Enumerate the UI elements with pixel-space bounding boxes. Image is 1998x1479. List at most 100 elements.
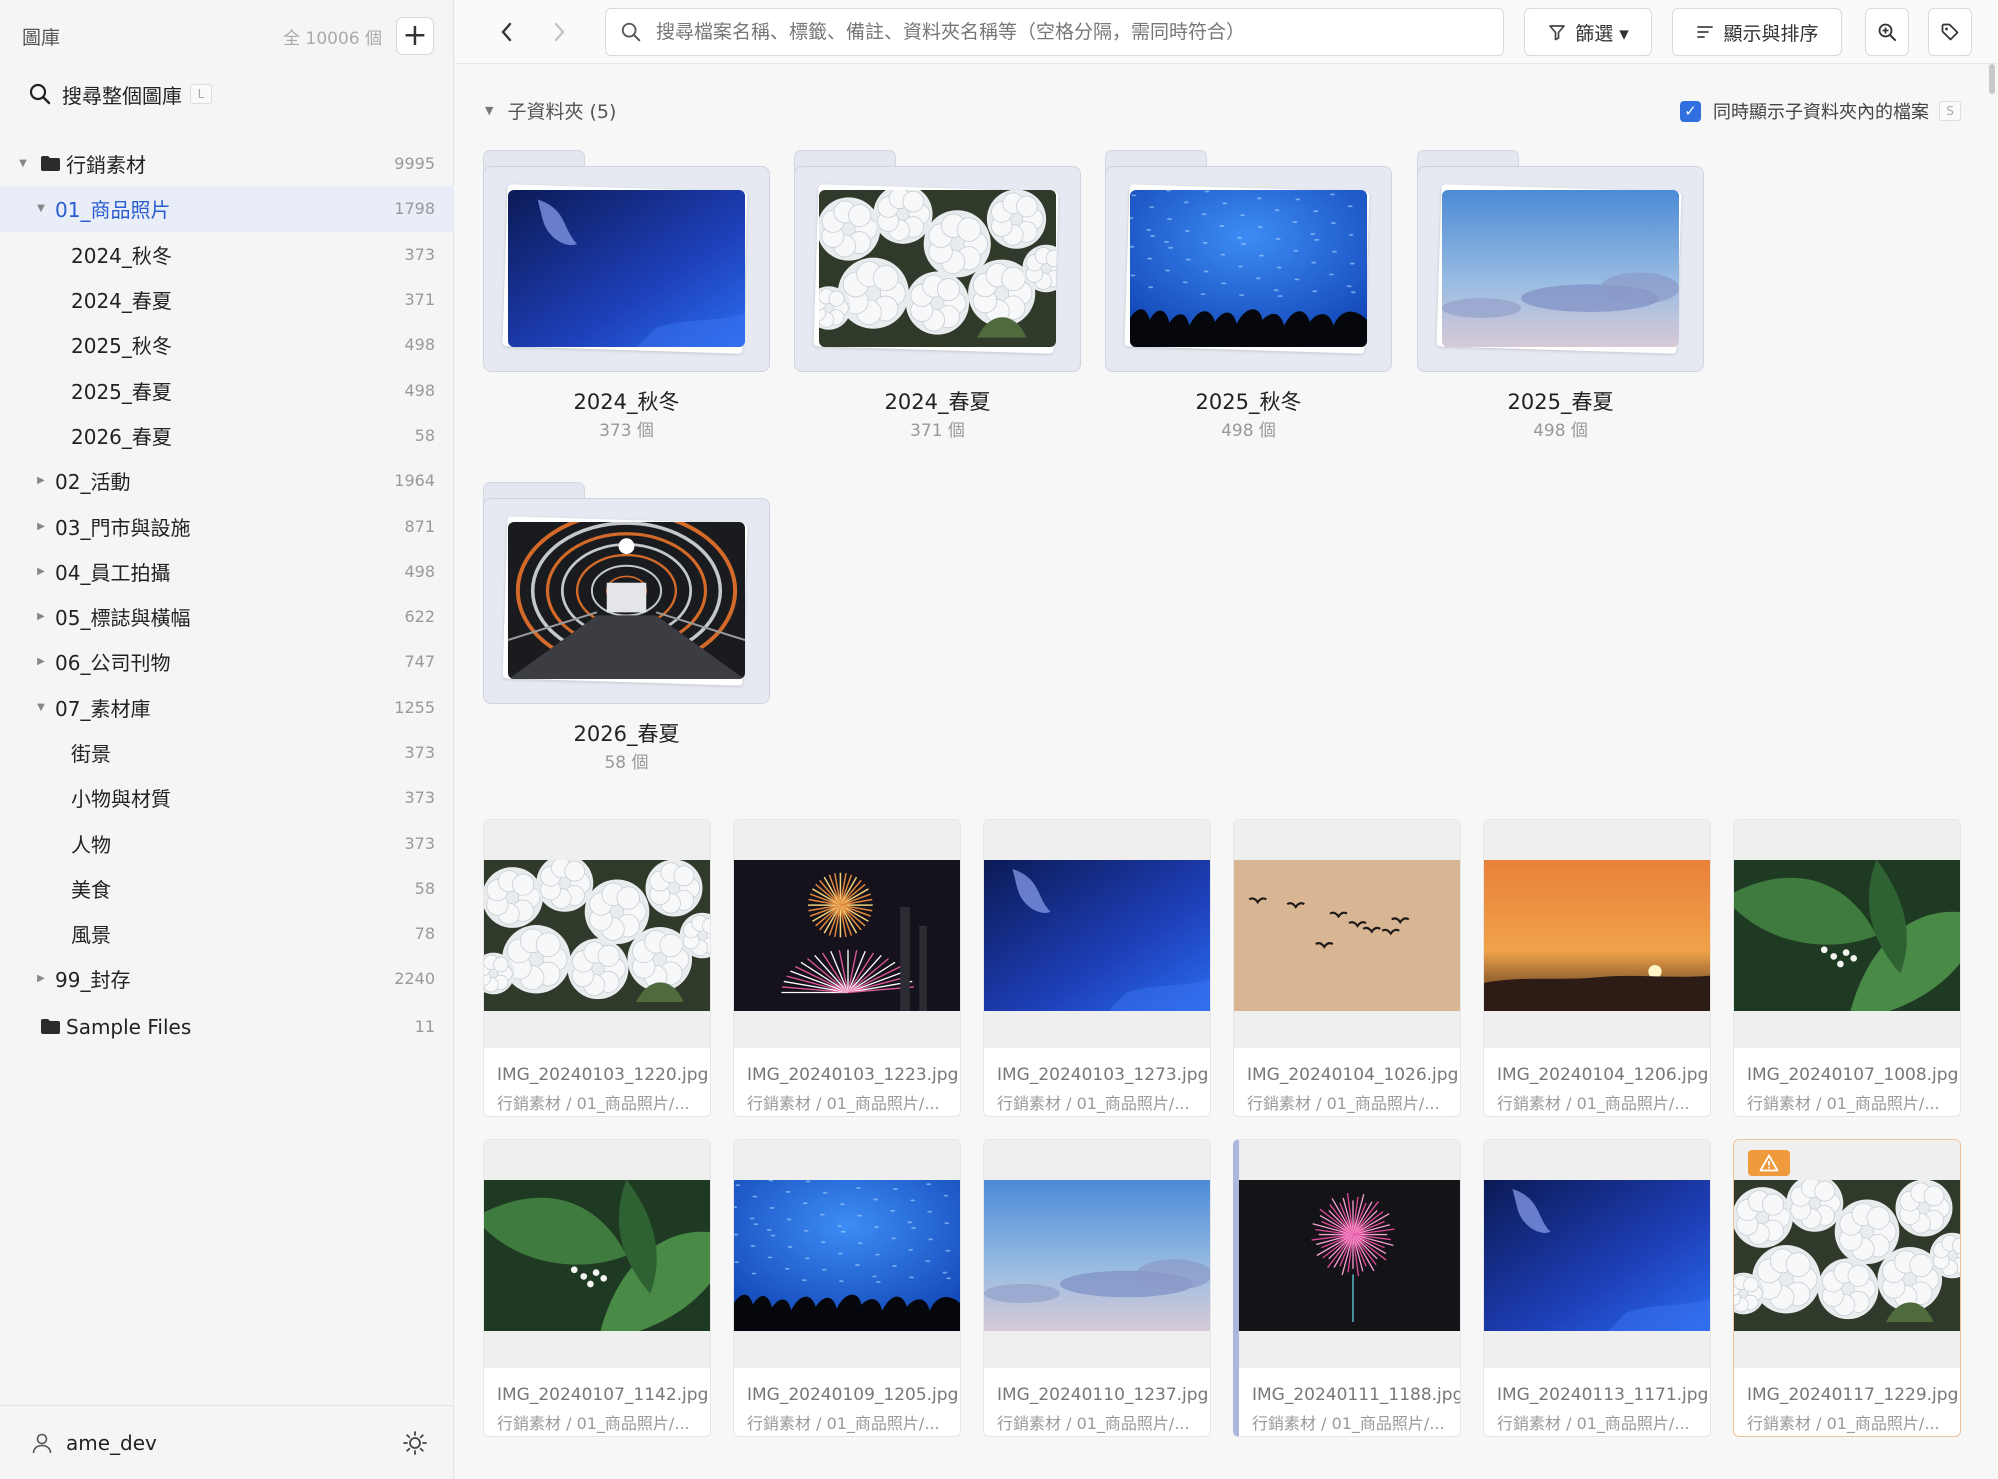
file-thumbnail — [734, 1180, 960, 1331]
thumbnail-area — [1484, 1140, 1710, 1368]
photo-thumbnail — [1442, 190, 1679, 347]
tree-item[interactable]: ▶ 02_活動 1964 — [0, 458, 454, 503]
photo-thumbnail — [1484, 1180, 1710, 1331]
collapse-caret-icon: ▼ — [485, 104, 494, 117]
display-sort-button[interactable]: 顯示與排序 — [1672, 8, 1842, 56]
checkbox-checked[interactable]: ✓ — [1680, 100, 1701, 122]
file-card[interactable]: IMG_20240107_1142.jpg 行銷素材 / 01_商品照片/... — [483, 1139, 711, 1437]
tree-item-count: 9995 — [394, 154, 435, 174]
tree-item-count: 373 — [404, 244, 435, 264]
tree-item-count: 373 — [404, 743, 435, 762]
file-card[interactable]: IMG_20240110_1237.jpg 行銷素材 / 01_商品照片/... — [983, 1139, 1211, 1437]
forward-button[interactable] — [545, 18, 573, 46]
file-card[interactable]: IMG_20240113_1171.jpg 行銷素材 / 01_商品照片/... — [1483, 1139, 1711, 1437]
caret-down-icon[interactable]: ▼ — [35, 702, 47, 713]
search-library-button[interactable]: 搜尋整個圖庫 L — [28, 78, 212, 110]
file-card[interactable]: IMG_20240103_1273.jpg 行銷素材 / 01_商品照片/... — [983, 819, 1211, 1117]
subfolder-header[interactable]: ▼ 子資料夾 (5) — [485, 97, 616, 124]
file-path: 行銷素材 / 01_商品照片/... — [1247, 1094, 1440, 1113]
back-button[interactable] — [493, 18, 521, 46]
username[interactable]: ame_dev — [66, 1431, 157, 1455]
tree-item[interactable]: Sample Files 11 — [0, 1002, 454, 1052]
tree-item[interactable]: ▶ 04_員工拍攝 498 — [0, 549, 454, 594]
photo-thumbnail — [484, 860, 710, 1011]
tree-item-label: 03_門市與設施 — [55, 515, 191, 540]
tree-item[interactable]: ▼ 01_商品照片 1798 — [0, 186, 454, 232]
folder-thumbnail — [819, 190, 1056, 347]
thumbnail-area — [734, 820, 960, 1048]
file-thumbnail — [484, 860, 710, 1011]
show-subfolder-files-toggle[interactable]: ✓ 同時顯示子資料夾內的檔案 S — [1680, 98, 1961, 124]
filter-button[interactable]: 篩選 ▾ — [1524, 8, 1652, 56]
tree-item-label: 05_標誌與橫幅 — [55, 606, 191, 631]
tree-item[interactable]: ▶ 99_封存 2240 — [0, 956, 454, 1001]
photo-thumbnail — [1130, 190, 1367, 347]
tree-item[interactable]: 2024_秋冬 373 — [0, 232, 454, 277]
scroll-thumb[interactable] — [1989, 64, 1995, 94]
file-card[interactable]: IMG_20240104_1026.jpg 行銷素材 / 01_商品照片/... — [1233, 819, 1461, 1117]
caret-right-icon[interactable]: ▶ — [35, 475, 47, 486]
file-card[interactable]: IMG_20240107_1008.jpg 行銷素材 / 01_商品照片/... — [1733, 819, 1961, 1117]
zoom-button[interactable] — [1865, 8, 1909, 56]
tree-item[interactable]: 人物 373 — [0, 820, 454, 865]
warning-icon — [1759, 1154, 1779, 1172]
tree-item[interactable]: 風景 78 — [0, 911, 454, 956]
tree-item[interactable]: ▶ 03_門市與設施 871 — [0, 503, 454, 548]
search-bar[interactable] — [605, 8, 1504, 56]
tree-item[interactable]: ▼ 07_素材庫 1255 — [0, 685, 454, 730]
file-card[interactable]: IMG_20240109_1205.jpg 行銷素材 / 01_商品照片/... — [733, 1139, 961, 1437]
file-card[interactable]: IMG_20240111_1188.jpg 行銷素材 / 01_商品照片/... — [1233, 1139, 1461, 1437]
tree-item[interactable]: 2025_秋冬 498 — [0, 322, 454, 367]
tree-item[interactable]: ▼ 行銷素材 9995 — [0, 141, 454, 186]
tree-item-label: 小物與材質 — [71, 787, 171, 812]
file-path: 行銷素材 / 01_商品照片/... — [1747, 1094, 1940, 1113]
theme-toggle-icon[interactable] — [402, 1430, 428, 1456]
file-name: IMG_20240104_1026.jpg — [1247, 1065, 1459, 1085]
zoom-in-icon — [1878, 23, 1896, 41]
file-card[interactable]: IMG_20240117_1229.jpg 行銷素材 / 01_商品照片/... — [1733, 1139, 1961, 1437]
photo-thumbnail — [984, 1180, 1210, 1331]
tree-item-count: 78 — [414, 924, 435, 944]
file-card[interactable]: IMG_20240103_1223.jpg 行銷素材 / 01_商品照片/... — [733, 819, 961, 1117]
sidebar: 圖庫 全 10006 個 + 搜尋整個圖庫 L ▼ 行銷素材 9995 ▼ 01_商品照… — [0, 0, 454, 1479]
caret-down-icon[interactable]: ▼ — [35, 203, 47, 214]
search-input[interactable] — [656, 21, 1503, 43]
folder-graphic — [483, 482, 770, 704]
tree-item[interactable]: 2026_春夏 58 — [0, 413, 454, 458]
caret-right-icon[interactable]: ▶ — [35, 656, 47, 667]
thumbnail-area — [484, 1140, 710, 1368]
caret-right-icon[interactable]: ▶ — [35, 566, 47, 577]
tree-item-count: 871 — [404, 516, 435, 536]
subfolder-name: 2025_春夏 — [1507, 390, 1614, 414]
tree-item[interactable]: ▶ 06_公司刊物 747 — [0, 639, 454, 684]
file-path: 行銷素材 / 01_商品照片/... — [1497, 1094, 1690, 1113]
warning-badge — [1748, 1150, 1790, 1176]
caret-right-icon[interactable]: ▶ — [35, 611, 47, 622]
caret-right-icon[interactable]: ▶ — [35, 973, 47, 984]
tree-item-count: 58 — [414, 425, 435, 445]
subfolder-count: 498 個 — [1221, 421, 1276, 441]
subfolder-name: 2024_秋冬 — [573, 390, 680, 414]
tree-item[interactable]: ▶ 05_標誌與橫幅 622 — [0, 594, 454, 639]
thumbnail-area — [1234, 820, 1460, 1048]
caret-down-icon[interactable]: ▼ — [17, 158, 29, 169]
tree-item[interactable]: 小物與材質 373 — [0, 775, 454, 820]
photo-thumbnail — [1734, 860, 1960, 1011]
folder-graphic — [1417, 150, 1704, 372]
tree-item[interactable]: 2024_春夏 371 — [0, 277, 454, 322]
tree-item-count: 373 — [404, 833, 435, 853]
add-button[interactable]: + — [396, 17, 434, 55]
tree-item-label: 02_活動 — [55, 470, 131, 495]
filter-icon — [1549, 25, 1566, 41]
tag-button[interactable] — [1928, 8, 1972, 56]
scrollbar[interactable] — [1986, 64, 1998, 1479]
caret-right-icon[interactable]: ▶ — [35, 521, 47, 532]
file-card[interactable]: IMG_20240103_1220.jpg 行銷素材 / 01_商品照片/... — [483, 819, 711, 1117]
file-name: IMG_20240103_1220.jpg — [497, 1065, 709, 1085]
sidebar-header: 圖庫 全 10006 個 + — [0, 0, 454, 72]
tree-item[interactable]: 2025_春夏 498 — [0, 367, 454, 412]
search-icon — [29, 83, 51, 105]
tree-item[interactable]: 美食 58 — [0, 866, 454, 911]
file-card[interactable]: IMG_20240104_1206.jpg 行銷素材 / 01_商品照片/... — [1483, 819, 1711, 1117]
tree-item[interactable]: 街景 373 — [0, 730, 454, 775]
